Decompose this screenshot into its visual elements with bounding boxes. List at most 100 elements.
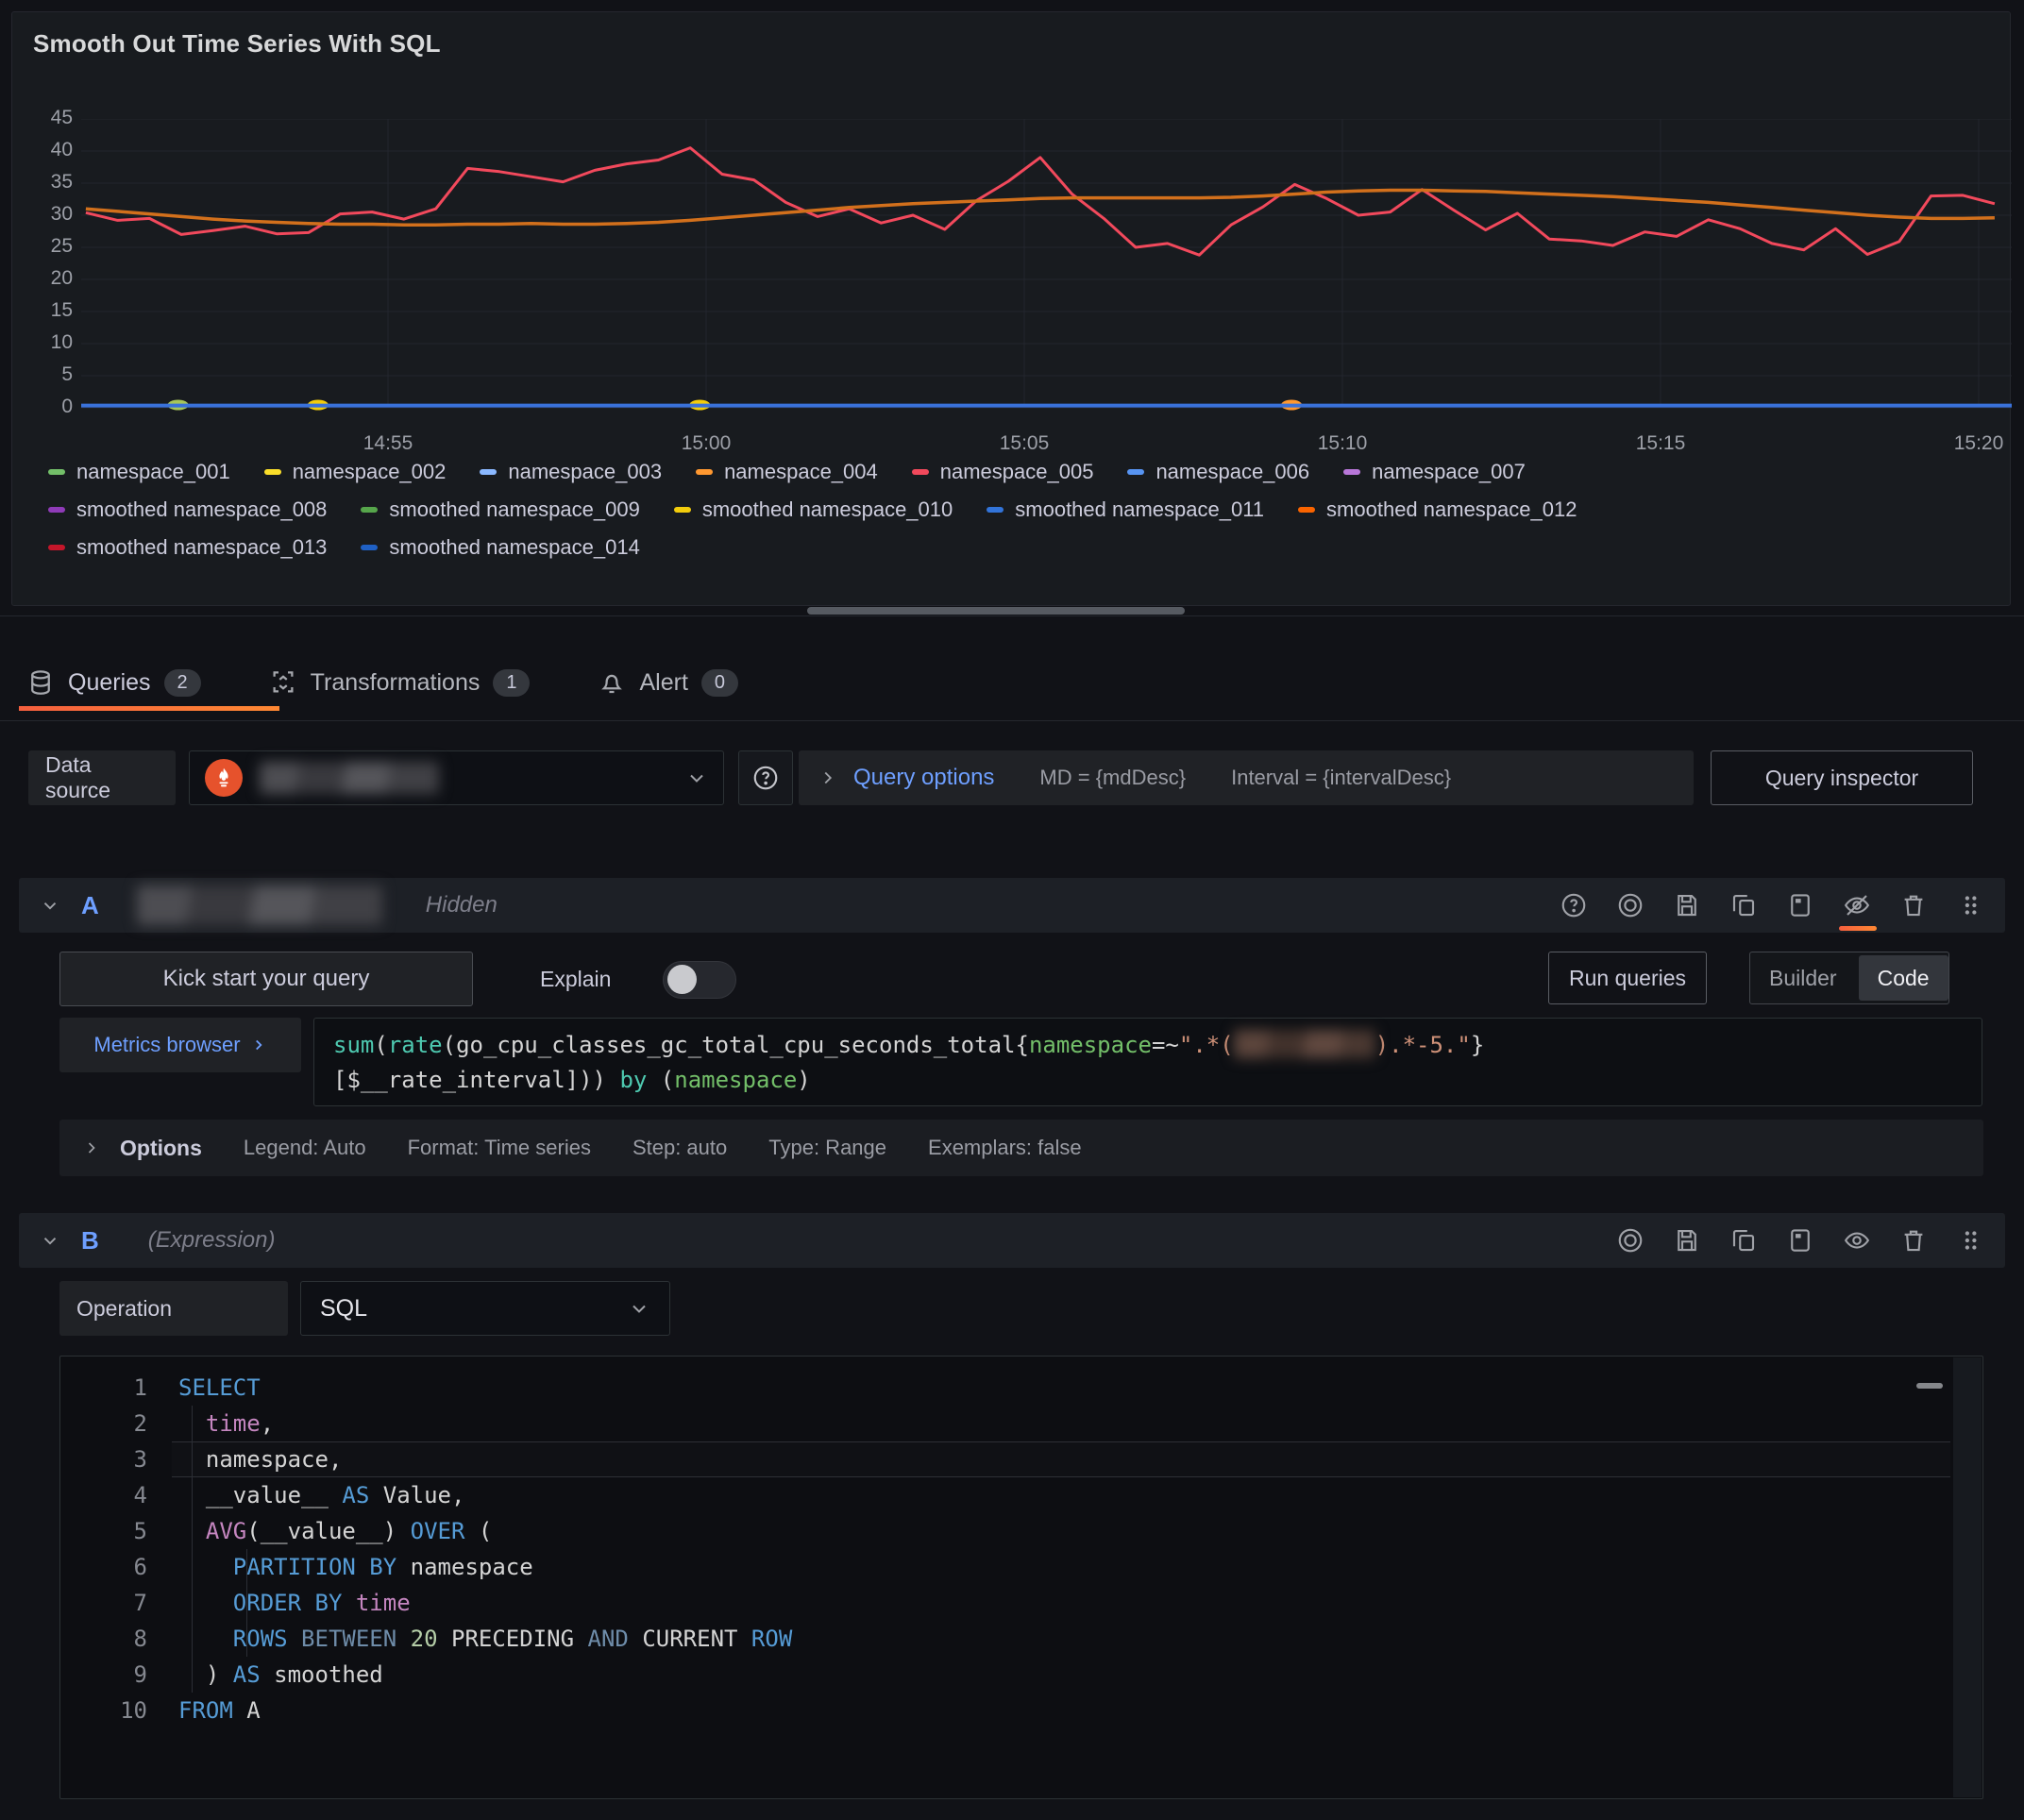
legend-item[interactable]: smoothed namespace_013 <box>48 535 327 560</box>
builder-option[interactable]: Builder <box>1750 955 1856 1001</box>
explain-toggle[interactable] <box>663 961 736 999</box>
legend-item[interactable]: smoothed namespace_008 <box>48 497 327 522</box>
datasource-help-button[interactable] <box>738 750 793 805</box>
operation-select[interactable]: SQL <box>300 1281 670 1336</box>
legend-item[interactable]: namespace_005 <box>912 460 1094 484</box>
line-number: 5 <box>60 1513 147 1549</box>
legend-label: namespace_006 <box>1155 460 1309 484</box>
legend-item[interactable]: smoothed namespace_011 <box>987 497 1264 522</box>
legend-item[interactable]: namespace_001 <box>48 460 230 484</box>
legend-item[interactable]: smoothed namespace_009 <box>361 497 639 522</box>
drag-handle-icon[interactable] <box>1956 1226 1984 1255</box>
query-a-action-icons <box>1560 891 1984 919</box>
notebook-icon[interactable] <box>1786 891 1814 919</box>
copy-icon[interactable] <box>1729 891 1758 919</box>
notebook-icon[interactable] <box>1786 1226 1814 1255</box>
query-ref-a: A <box>81 891 99 920</box>
chevron-down-icon <box>628 1297 650 1320</box>
legend-item[interactable]: namespace_002 <box>264 460 447 484</box>
datasource-bar: Data source Query options MD = {mdDesc} … <box>0 750 2024 805</box>
legend-item[interactable]: smoothed namespace_014 <box>361 535 639 560</box>
legend-item[interactable]: smoothed namespace_012 <box>1298 497 1577 522</box>
query-options-bar: Query options MD = {mdDesc} Interval = {… <box>799 750 1694 805</box>
tab-alert-count: 0 <box>701 669 738 697</box>
legend-swatch <box>48 469 65 475</box>
drag-handle-icon[interactable] <box>1956 891 1984 919</box>
chevron-right-icon <box>818 767 838 788</box>
tab-transformations[interactable]: Transformations 1 <box>261 655 538 710</box>
metrics-browser-button[interactable]: Metrics browser <box>59 1018 301 1072</box>
y-tick: 35 <box>18 171 73 194</box>
record-icon[interactable] <box>1616 891 1644 919</box>
query-options-toggle[interactable]: Query options <box>853 765 994 791</box>
y-tick: 20 <box>18 267 73 290</box>
redacted-regex-fragment <box>1234 1030 1375 1058</box>
legend-label: smoothed namespace_012 <box>1326 497 1577 522</box>
line-number: 1 <box>60 1370 147 1406</box>
trash-icon[interactable] <box>1899 1226 1928 1255</box>
x-tick: 14:55 <box>341 432 435 455</box>
legend-label: smoothed namespace_010 <box>702 497 953 522</box>
datasource-picker[interactable] <box>189 750 724 805</box>
save-icon[interactable] <box>1673 1226 1701 1255</box>
legend-label: namespace_002 <box>293 460 447 484</box>
query-inspector-button[interactable]: Query inspector <box>1711 750 1973 805</box>
legend-item[interactable]: namespace_003 <box>480 460 662 484</box>
sql-line: 2 time, <box>60 1406 1982 1441</box>
chevron-right-icon <box>250 1036 267 1053</box>
chart-canvas[interactable] <box>81 119 2012 415</box>
run-queries-button[interactable]: Run queries <box>1548 952 1707 1004</box>
transform-icon <box>269 668 297 697</box>
query-row-a-header[interactable]: A Hidden <box>19 878 2005 933</box>
divider <box>0 720 2024 721</box>
toggle-knob <box>667 965 697 994</box>
copy-icon[interactable] <box>1729 1226 1758 1255</box>
horizontal-scrollbar[interactable] <box>807 607 1185 615</box>
record-icon[interactable] <box>1616 1226 1644 1255</box>
promql-query-input[interactable]: sum(rate(go_cpu_classes_gc_total_cpu_sec… <box>313 1018 1982 1106</box>
legend-swatch <box>1343 469 1360 475</box>
database-icon <box>26 668 55 697</box>
expression-operation-row: Operation SQL <box>0 1281 2024 1338</box>
query-row-b-header[interactable]: B (Expression) <box>19 1213 2005 1268</box>
legend-item[interactable]: namespace_006 <box>1127 460 1309 484</box>
grafana-panel-editor: Smooth Out Time Series With SQL 05101520… <box>0 0 2024 1820</box>
redacted-query-datasource <box>137 885 382 925</box>
tab-queries-count: 2 <box>164 669 201 697</box>
query-b-action-icons <box>1616 1226 1984 1255</box>
legend-swatch <box>361 507 378 513</box>
eye-icon[interactable] <box>1843 1226 1871 1255</box>
options-toggle[interactable]: Options <box>120 1136 202 1161</box>
query-ref-b: B <box>81 1226 99 1255</box>
chevron-down-icon[interactable] <box>40 895 60 916</box>
eye-slash-icon[interactable] <box>1843 891 1871 919</box>
editor-minimap[interactable] <box>1953 1357 1982 1797</box>
line-number: 8 <box>60 1621 147 1657</box>
legend-swatch <box>48 507 65 513</box>
legend-swatch <box>264 469 281 475</box>
sql-line: 10FROM A <box>60 1693 1982 1728</box>
save-icon[interactable] <box>1673 891 1701 919</box>
tab-alert[interactable]: Alert 0 <box>590 655 746 710</box>
code-option[interactable]: Code <box>1859 955 1948 1001</box>
panel-title: Smooth Out Time Series With SQL <box>33 29 441 59</box>
y-tick: 45 <box>18 107 73 129</box>
tab-queries[interactable]: Queries 2 <box>19 655 209 710</box>
active-tab-indicator <box>19 706 279 711</box>
legend-item[interactable]: namespace_004 <box>696 460 878 484</box>
trash-icon[interactable] <box>1899 891 1928 919</box>
metrics-browser-label: Metrics browser <box>93 1033 240 1057</box>
line-number: 2 <box>60 1406 147 1441</box>
sql-line: 4 __value__ AS Value, <box>60 1477 1982 1513</box>
legend-item[interactable]: namespace_007 <box>1343 460 1526 484</box>
legend-swatch <box>912 469 929 475</box>
sql-code-editor[interactable]: 1SELECT2 time,3 namespace,4 __value__ AS… <box>59 1356 1983 1799</box>
chevron-down-icon <box>685 767 708 789</box>
y-tick: 10 <box>18 331 73 354</box>
operation-label: Operation <box>59 1281 288 1336</box>
chevron-down-icon[interactable] <box>40 1230 60 1251</box>
help-icon[interactable] <box>1560 891 1588 919</box>
legend-item[interactable]: smoothed namespace_010 <box>674 497 953 522</box>
kick-start-query-button[interactable]: Kick start your query <box>59 952 473 1006</box>
operation-value: SQL <box>320 1295 367 1323</box>
